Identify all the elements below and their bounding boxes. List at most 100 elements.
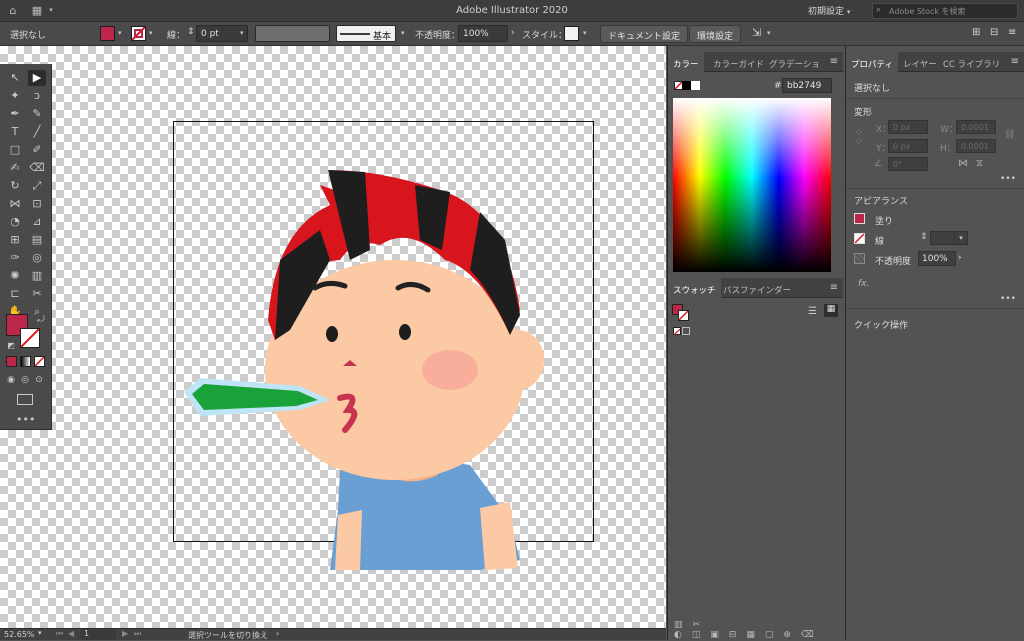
chevron-down-icon[interactable]: ▾ — [583, 29, 587, 37]
previous-artboard-icon[interactable]: ◀ — [68, 629, 74, 638]
black-color-icon[interactable] — [682, 81, 691, 90]
graphic-style-swatch[interactable] — [564, 26, 579, 41]
workspace-select[interactable]: 初期設定 ▾ — [808, 4, 850, 17]
panel-menu-icon[interactable]: ≡ — [830, 56, 838, 67]
angle-input[interactable]: 0° — [888, 157, 928, 171]
fill-swatch[interactable] — [854, 213, 865, 224]
variable-width-profile[interactable] — [255, 25, 330, 42]
brush-definition[interactable]: 基本 — [336, 25, 396, 42]
preferences-button[interactable]: 環境設定 — [689, 25, 742, 43]
width-tool-icon[interactable]: ⋈ — [6, 196, 24, 212]
selection-tool-icon[interactable]: ↖ — [6, 70, 24, 86]
link-icon[interactable]: ⛓ — [1004, 130, 1015, 140]
flip-vertical-icon[interactable]: ⧖ — [976, 158, 983, 169]
none-mode-icon[interactable] — [34, 356, 45, 367]
rotate-tool-icon[interactable]: ↻ — [6, 178, 24, 194]
draw-inside-icon[interactable]: ⊙ — [30, 372, 48, 388]
tab-pathfinder[interactable]: パスファインダー — [718, 278, 796, 298]
first-artboard-icon[interactable]: ⏮ — [56, 629, 63, 639]
align-icon[interactable]: ⊞ — [972, 27, 980, 38]
chevron-down-icon[interactable]: ▾ — [767, 29, 771, 37]
arrange-documents-icon[interactable]: ⇲ — [752, 26, 761, 39]
chevron-right-icon[interactable]: › — [958, 253, 962, 263]
color-mode-icon[interactable] — [6, 356, 17, 367]
column-graph-icon[interactable]: ▥ — [28, 268, 46, 284]
panel-menu-icon[interactable]: ≡ — [1011, 56, 1019, 67]
screen-mode-icon[interactable] — [17, 394, 33, 405]
default-fill-stroke-icon[interactable]: ◩ — [2, 338, 20, 354]
x-input[interactable]: 0 px — [888, 120, 928, 134]
gradient-tool-icon[interactable]: ▤ — [28, 232, 46, 248]
chevron-down-icon[interactable]: ▾ — [401, 29, 405, 37]
curvature-tool-icon[interactable]: ✎ — [28, 106, 46, 122]
stepper-icon[interactable]: ⇕ — [920, 232, 928, 242]
stroke-color-box[interactable] — [20, 328, 40, 348]
flip-horizontal-icon[interactable]: ⋈ — [958, 158, 968, 169]
pen-tool-icon[interactable]: ✒ — [6, 106, 24, 122]
h-input[interactable]: 0.0001 — [956, 139, 996, 153]
slice-tool-icon[interactable]: ✂ — [28, 286, 46, 302]
control-bar-menu-icon[interactable]: ≡ — [1008, 27, 1016, 38]
list-view-icon[interactable]: ☰ — [808, 306, 817, 317]
artboard-number-input[interactable]: 1 — [80, 629, 116, 640]
stepper-icon[interactable]: ⇕ — [187, 27, 195, 37]
document-setup-button[interactable]: ドキュメント設定 — [600, 25, 689, 43]
y-input[interactable]: 0 px — [888, 139, 928, 153]
color-spectrum[interactable] — [673, 98, 831, 272]
stock-search-input[interactable]: ⌕ Adobe Stock を検索 — [872, 3, 1018, 19]
type-tool-icon[interactable]: T — [6, 124, 24, 140]
fill-swatch[interactable] — [100, 26, 115, 41]
last-artboard-icon[interactable]: ⏭ — [134, 629, 141, 639]
symbol-sprayer-icon[interactable]: ✺ — [6, 268, 24, 284]
edit-toolbar-icon[interactable]: ••• — [16, 412, 35, 428]
chevron-right-icon[interactable]: › — [276, 629, 279, 638]
opacity-input[interactable]: 100% — [458, 25, 508, 42]
swatch-none[interactable] — [673, 327, 681, 336]
magic-wand-icon[interactable]: ✦ — [6, 88, 24, 104]
chevron-down-icon[interactable]: ▾ — [240, 29, 244, 37]
shape-builder-icon[interactable]: ◔ — [6, 214, 24, 230]
tab-cc-libraries[interactable]: CC ライブラリ — [938, 52, 1005, 72]
panel-menu-icon[interactable]: ≡ — [830, 282, 838, 293]
chevron-down-icon[interactable]: ▾ — [118, 29, 122, 37]
chevron-down-icon[interactable]: ▾ — [38, 629, 42, 637]
lasso-icon[interactable]: ↄ — [28, 88, 46, 104]
opacity-input[interactable]: 100% — [918, 251, 956, 266]
tab-properties[interactable]: プロパティ — [846, 52, 898, 72]
tab-gradient[interactable]: グラデーショ — [764, 52, 825, 72]
scale-tool-icon[interactable]: ⤢ — [28, 178, 46, 194]
blend-tool-icon[interactable]: ◎ — [28, 250, 46, 266]
canvas[interactable] — [0, 46, 666, 628]
white-color-icon[interactable] — [691, 81, 700, 90]
artboard-tool-icon[interactable]: ⊏ — [6, 286, 24, 302]
eyedropper-icon[interactable]: ✑ — [6, 250, 24, 266]
rectangle-tool-icon[interactable]: □ — [6, 142, 24, 158]
chevron-right-icon[interactable]: › — [511, 28, 515, 38]
swatch-panel-footer-icons[interactable]: ▥✂◐◫▣⊟▦▢⊕⌫ — [674, 620, 838, 640]
boy-illustration[interactable] — [180, 130, 550, 570]
chevron-down-icon[interactable]: ▾ — [149, 29, 153, 37]
mesh-tool-icon[interactable]: ⊞ — [6, 232, 24, 248]
tab-color[interactable]: カラー — [668, 52, 704, 72]
tab-swatches[interactable]: スウォッチ — [668, 278, 721, 298]
swatch-stroke-indicator[interactable] — [678, 310, 689, 321]
grid-view-icon[interactable]: ▦ — [824, 304, 838, 317]
paintbrush-tool-icon[interactable]: ✐ — [28, 142, 46, 158]
eraser-tool-icon[interactable]: ⌫ — [28, 160, 46, 176]
stroke-swatch[interactable] — [131, 26, 146, 41]
reference-point-icon[interactable]: ⁘ ⁘ — [854, 127, 863, 147]
swatch-registration[interactable] — [682, 327, 690, 335]
more-options-icon[interactable]: ••• — [1000, 294, 1016, 304]
shaper-tool-icon[interactable]: ✍ — [6, 160, 24, 176]
w-input[interactable]: 0.0001 — [956, 120, 996, 134]
tab-color-guide[interactable]: カラーガイド — [708, 52, 769, 72]
direct-selection-tool-icon[interactable]: ▶ — [28, 70, 46, 86]
gradient-mode-icon[interactable] — [20, 356, 31, 367]
line-tool-icon[interactable]: ╱ — [28, 124, 46, 140]
hex-input[interactable]: bb2749 — [782, 78, 832, 93]
tab-layers[interactable]: レイヤー — [898, 52, 942, 72]
free-transform-icon[interactable]: ⊡ — [28, 196, 46, 212]
swap-fill-stroke-icon[interactable]: ⤾ — [32, 312, 50, 328]
fx-button[interactable]: fx. — [858, 279, 869, 289]
more-options-icon[interactable]: ••• — [1000, 174, 1016, 184]
